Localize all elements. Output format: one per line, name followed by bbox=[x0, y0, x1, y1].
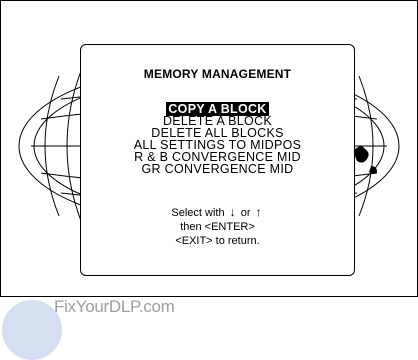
select-instruction: Select with ↓ or ↑ bbox=[81, 205, 354, 220]
memory-management-menu: MEMORY MANAGEMENT COPY A BLOCK DELETE A … bbox=[80, 44, 355, 276]
enter-instruction: then <ENTER> bbox=[180, 221, 255, 233]
exit-instruction: <EXIT> to return. bbox=[175, 235, 260, 247]
watermark: FixYourDLP.com bbox=[0, 297, 200, 360]
or-text: or bbox=[240, 207, 251, 219]
instructions: Select with ↓ or ↑ then <ENTER> <EXIT> t… bbox=[81, 205, 354, 248]
menu-item-gr-convergence-mid[interactable]: GR CONVERGENCE MID bbox=[81, 162, 354, 176]
menu-item-label: GR CONVERGENCE MID bbox=[141, 162, 294, 176]
menu-title: MEMORY MANAGEMENT bbox=[143, 67, 292, 81]
select-prefix: Select with bbox=[171, 207, 225, 219]
projector-screen: MEMORY MANAGEMENT COPY A BLOCK DELETE A … bbox=[0, 0, 418, 297]
down-arrow-icon: ↓ bbox=[229, 205, 236, 219]
up-arrow-icon: ↑ bbox=[255, 205, 262, 219]
menu-list: COPY A BLOCK DELETE A BLOCK DELETE ALL B… bbox=[81, 102, 354, 176]
watermark-logo bbox=[2, 300, 62, 360]
watermark-text: FixYourDLP.com bbox=[54, 297, 175, 316]
